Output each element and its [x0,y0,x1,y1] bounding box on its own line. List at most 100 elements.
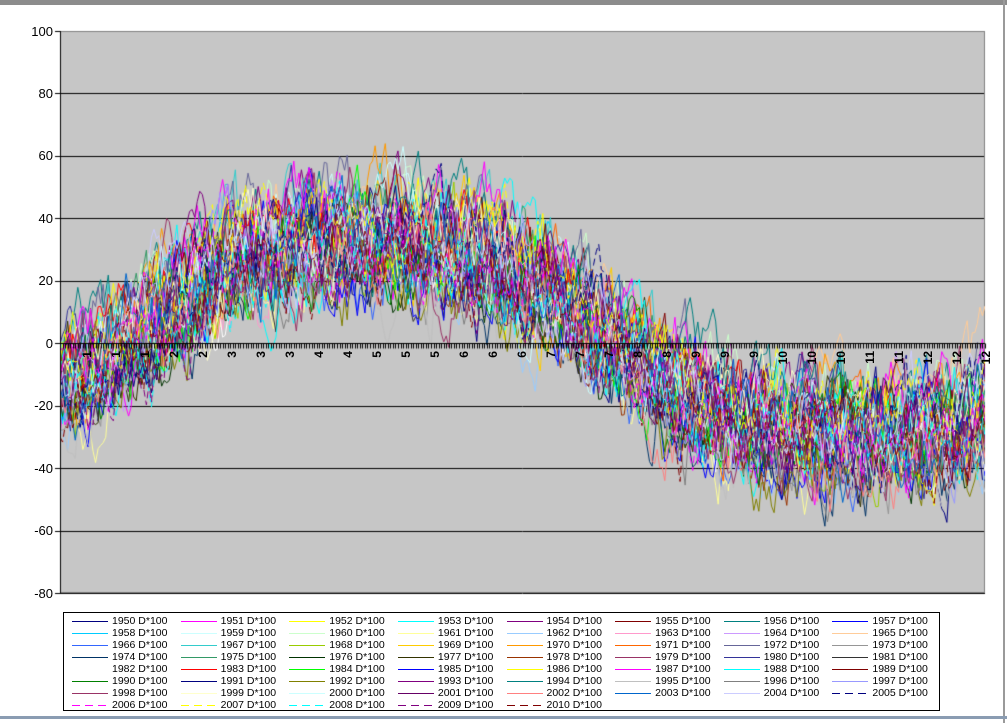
legend-item: 1983 D*100 [177,663,286,675]
legend-line-swatch [615,681,651,682]
legend-item-label: 1980 D*100 [764,651,819,663]
legend-item-label: 1971 D*100 [655,639,710,651]
legend-line-swatch [724,621,760,622]
legend-line-swatch [615,693,651,694]
legend-item: 1953 D*100 [394,615,503,627]
legend-line-swatch [832,621,868,622]
x-axis-label: 6 [458,351,471,358]
x-axis-label: 3 [284,351,297,358]
legend-line-swatch [181,633,217,634]
legend-item: 1997 D*100 [828,675,937,687]
legend-line-swatch [398,633,434,634]
window-right-edge [1003,0,1005,723]
legend-item: 1965 D*100 [828,627,937,639]
y-axis-label: -80 [9,586,53,601]
legend-line-swatch [507,705,543,706]
legend-line-swatch [615,657,651,658]
legend-line-swatch [72,693,108,694]
legend-item: 1977 D*100 [394,651,503,663]
y-axis-label: 0 [9,336,53,351]
legend-line-swatch [289,621,325,622]
legend-item: 2004 D*100 [720,687,829,699]
legend-line-swatch [398,705,434,706]
legend-item-label: 1965 D*100 [872,627,927,639]
legend-item: 1993 D*100 [394,675,503,687]
legend-line-swatch [832,669,868,670]
legend-item: 1952 D*100 [285,615,394,627]
legend-item-label: 1995 D*100 [655,675,710,687]
legend-item-label: 1986 D*100 [547,663,602,675]
excel-chart-window: 100806040200-20-40-60-80 111223334455566… [0,0,1007,723]
legend-line-swatch [289,633,325,634]
legend-item-label: 1955 D*100 [655,615,710,627]
legend-item-label: 2010 D*100 [547,699,602,711]
legend-item: 1969 D*100 [394,639,503,651]
y-axis-label: 20 [9,273,53,288]
legend-item-label: 1982 D*100 [112,663,167,675]
legend-item-label: 1952 D*100 [329,615,384,627]
x-axis-label: 1 [139,351,152,358]
legend-item-label: 1999 D*100 [221,687,276,699]
legend-line-swatch [615,621,651,622]
legend-item: 2001 D*100 [394,687,503,699]
legend-line-swatch [398,681,434,682]
legend-line-swatch [615,645,651,646]
legend-item-label: 2007 D*100 [221,699,276,711]
legend-line-swatch [615,669,651,670]
legend-item: 1951 D*100 [177,615,286,627]
legend-item-label: 1998 D*100 [112,687,167,699]
legend-line-swatch [181,621,217,622]
legend-line-swatch [615,633,651,634]
legend-item: 1999 D*100 [177,687,286,699]
legend-item-label: 1969 D*100 [438,639,493,651]
x-axis-label: 5 [371,351,384,358]
legend-line-swatch [181,693,217,694]
x-axis-label: 6 [516,351,529,358]
legend-item-label: 1973 D*100 [872,639,927,651]
legend-item: 1986 D*100 [503,663,612,675]
legend-item: 1984 D*100 [285,663,394,675]
legend-item: 1961 D*100 [394,627,503,639]
x-axis-label: 3 [226,351,239,358]
legend-line-swatch [289,657,325,658]
legend-item-label: 1984 D*100 [329,663,384,675]
legend-item-label: 1964 D*100 [764,627,819,639]
legend-item: 1989 D*100 [828,663,937,675]
legend-line-swatch [832,645,868,646]
legend-line-swatch [507,621,543,622]
plot-canvas [0,0,1007,605]
legend-item-label: 2003 D*100 [655,687,710,699]
legend-item-label: 2001 D*100 [438,687,493,699]
legend-line-swatch [181,669,217,670]
legend-item-label: 1970 D*100 [547,639,602,651]
legend-line-swatch [398,669,434,670]
legend-line-swatch [181,681,217,682]
legend-item-label: 1960 D*100 [329,627,384,639]
x-axis-label: 8 [661,351,674,358]
x-axis-label: 4 [313,351,326,358]
x-axis-label: 9 [719,351,732,358]
x-axis-label: 2 [197,351,210,358]
legend-line-swatch [832,657,868,658]
legend-line-swatch [724,657,760,658]
legend-item: 1980 D*100 [720,651,829,663]
y-axis-label: 80 [9,86,53,101]
legend-line-swatch [398,621,434,622]
legend-item: 1954 D*100 [503,615,612,627]
legend[interactable]: 1950 D*1001951 D*1001952 D*1001953 D*100… [63,612,940,711]
x-axis-label: 7 [574,351,587,358]
x-axis-label: 4 [342,351,355,358]
legend-item: 2003 D*100 [611,687,720,699]
legend-item-label: 1983 D*100 [221,663,276,675]
legend-item: 1957 D*100 [828,615,937,627]
legend-item: 1991 D*100 [177,675,286,687]
legend-item-label: 2008 D*100 [329,699,384,711]
x-axis-label: 1 [81,351,94,358]
legend-item-label: 1991 D*100 [221,675,276,687]
legend-item-label: 2004 D*100 [764,687,819,699]
legend-item-label: 1977 D*100 [438,651,493,663]
legend-item: 2006 D*100 [68,699,177,711]
legend-line-swatch [724,693,760,694]
legend-line-swatch [724,669,760,670]
legend-item-label: 1972 D*100 [764,639,819,651]
